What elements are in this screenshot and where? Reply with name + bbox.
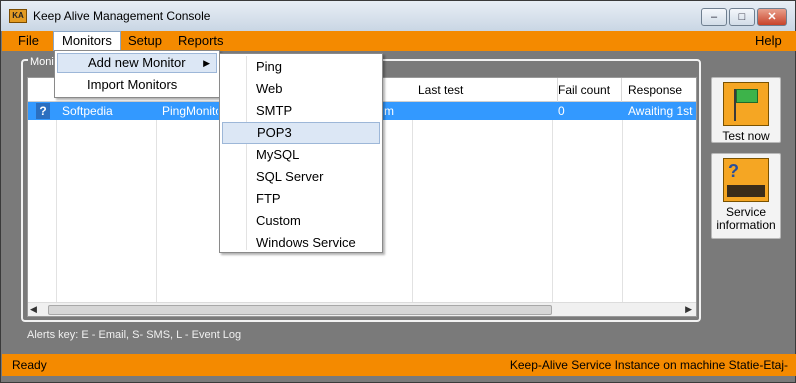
menu-setup[interactable]: Setup — [120, 31, 170, 51]
title-bar[interactable]: KA Keep Alive Management Console – □ ✕ — [1, 1, 795, 31]
grid-divider — [552, 102, 553, 304]
menu-item-import-monitors[interactable]: Import Monitors — [57, 75, 217, 95]
column-response[interactable]: Response — [622, 78, 696, 102]
status-machine: Keep-Alive Service Instance on machine S… — [509, 358, 788, 372]
column-last-test[interactable]: Last test — [412, 78, 558, 102]
app-icon: KA — [9, 9, 27, 23]
menu-reports[interactable]: Reports — [170, 31, 232, 51]
cell-response: Awaiting 1st te — [628, 104, 696, 118]
cell-name: Softpedia — [62, 104, 113, 118]
scrollbar-thumb[interactable] — [48, 305, 552, 315]
menu-file[interactable]: File — [10, 31, 47, 51]
cell-partial: m — [384, 104, 394, 118]
submenu-arrow-icon: ▶ — [203, 58, 210, 68]
submenu-item-sql-server[interactable]: SQL Server — [222, 166, 380, 188]
horizontal-scrollbar[interactable]: ◀ ▶ — [28, 302, 696, 316]
column-fail-count[interactable]: Fail count — [552, 78, 622, 102]
cell-type: PingMonitor — [162, 104, 218, 118]
question-icon: ? — [36, 103, 50, 119]
monitors-dropdown: Add new Monitor ▶ Import Monitors — [54, 50, 220, 98]
submenu-item-web[interactable]: Web — [222, 78, 380, 100]
submenu-item-smtp[interactable]: SMTP — [222, 100, 380, 122]
add-new-monitor-label: Add new Monitor — [88, 55, 186, 70]
menu-item-add-new-monitor[interactable]: Add new Monitor ▶ — [57, 53, 217, 73]
status-bar: Ready Keep-Alive Service Instance on mac… — [2, 354, 796, 376]
window-title: Keep Alive Management Console — [33, 9, 211, 23]
scroll-left-icon[interactable]: ◀ — [30, 304, 37, 315]
grid-divider — [156, 102, 157, 304]
submenu-item-ping[interactable]: Ping — [222, 56, 380, 78]
app-window: KA Keep Alive Management Console – □ ✕ F… — [0, 0, 796, 383]
add-monitor-submenu: Ping Web SMTP POP3 MySQL SQL Server FTP … — [219, 53, 383, 253]
submenu-item-mysql[interactable]: MySQL — [222, 144, 380, 166]
alerts-key-text: Alerts key: E - Email, S- SMS, L - Event… — [27, 329, 242, 341]
service-info-label-2: information — [716, 218, 776, 232]
cell-fail-count: 0 — [558, 104, 565, 118]
flag-icon — [723, 82, 769, 126]
submenu-item-windows-service[interactable]: Windows Service — [222, 232, 380, 254]
submenu-item-custom[interactable]: Custom — [222, 210, 380, 232]
grid-divider — [622, 102, 623, 304]
menu-bar: File Monitors Setup Reports Help — [2, 31, 796, 51]
minimize-button[interactable]: – — [701, 8, 727, 26]
service-info-icon: ? — [723, 158, 769, 202]
monitors-group-label: Moni — [28, 56, 56, 68]
status-ready: Ready — [12, 358, 47, 372]
scroll-right-icon[interactable]: ▶ — [685, 304, 692, 315]
service-information-button[interactable]: ? Service information — [711, 153, 781, 239]
grid-divider — [412, 102, 413, 304]
submenu-item-pop3[interactable]: POP3 — [222, 122, 380, 144]
grid-divider — [56, 102, 57, 304]
test-now-label: Test now — [722, 129, 770, 143]
menu-monitors[interactable]: Monitors — [53, 31, 121, 51]
menu-help[interactable]: Help — [747, 31, 790, 51]
close-button[interactable]: ✕ — [757, 8, 787, 26]
submenu-item-ftp[interactable]: FTP — [222, 188, 380, 210]
test-now-button[interactable]: Test now — [711, 77, 781, 143]
maximize-button[interactable]: □ — [729, 8, 755, 26]
